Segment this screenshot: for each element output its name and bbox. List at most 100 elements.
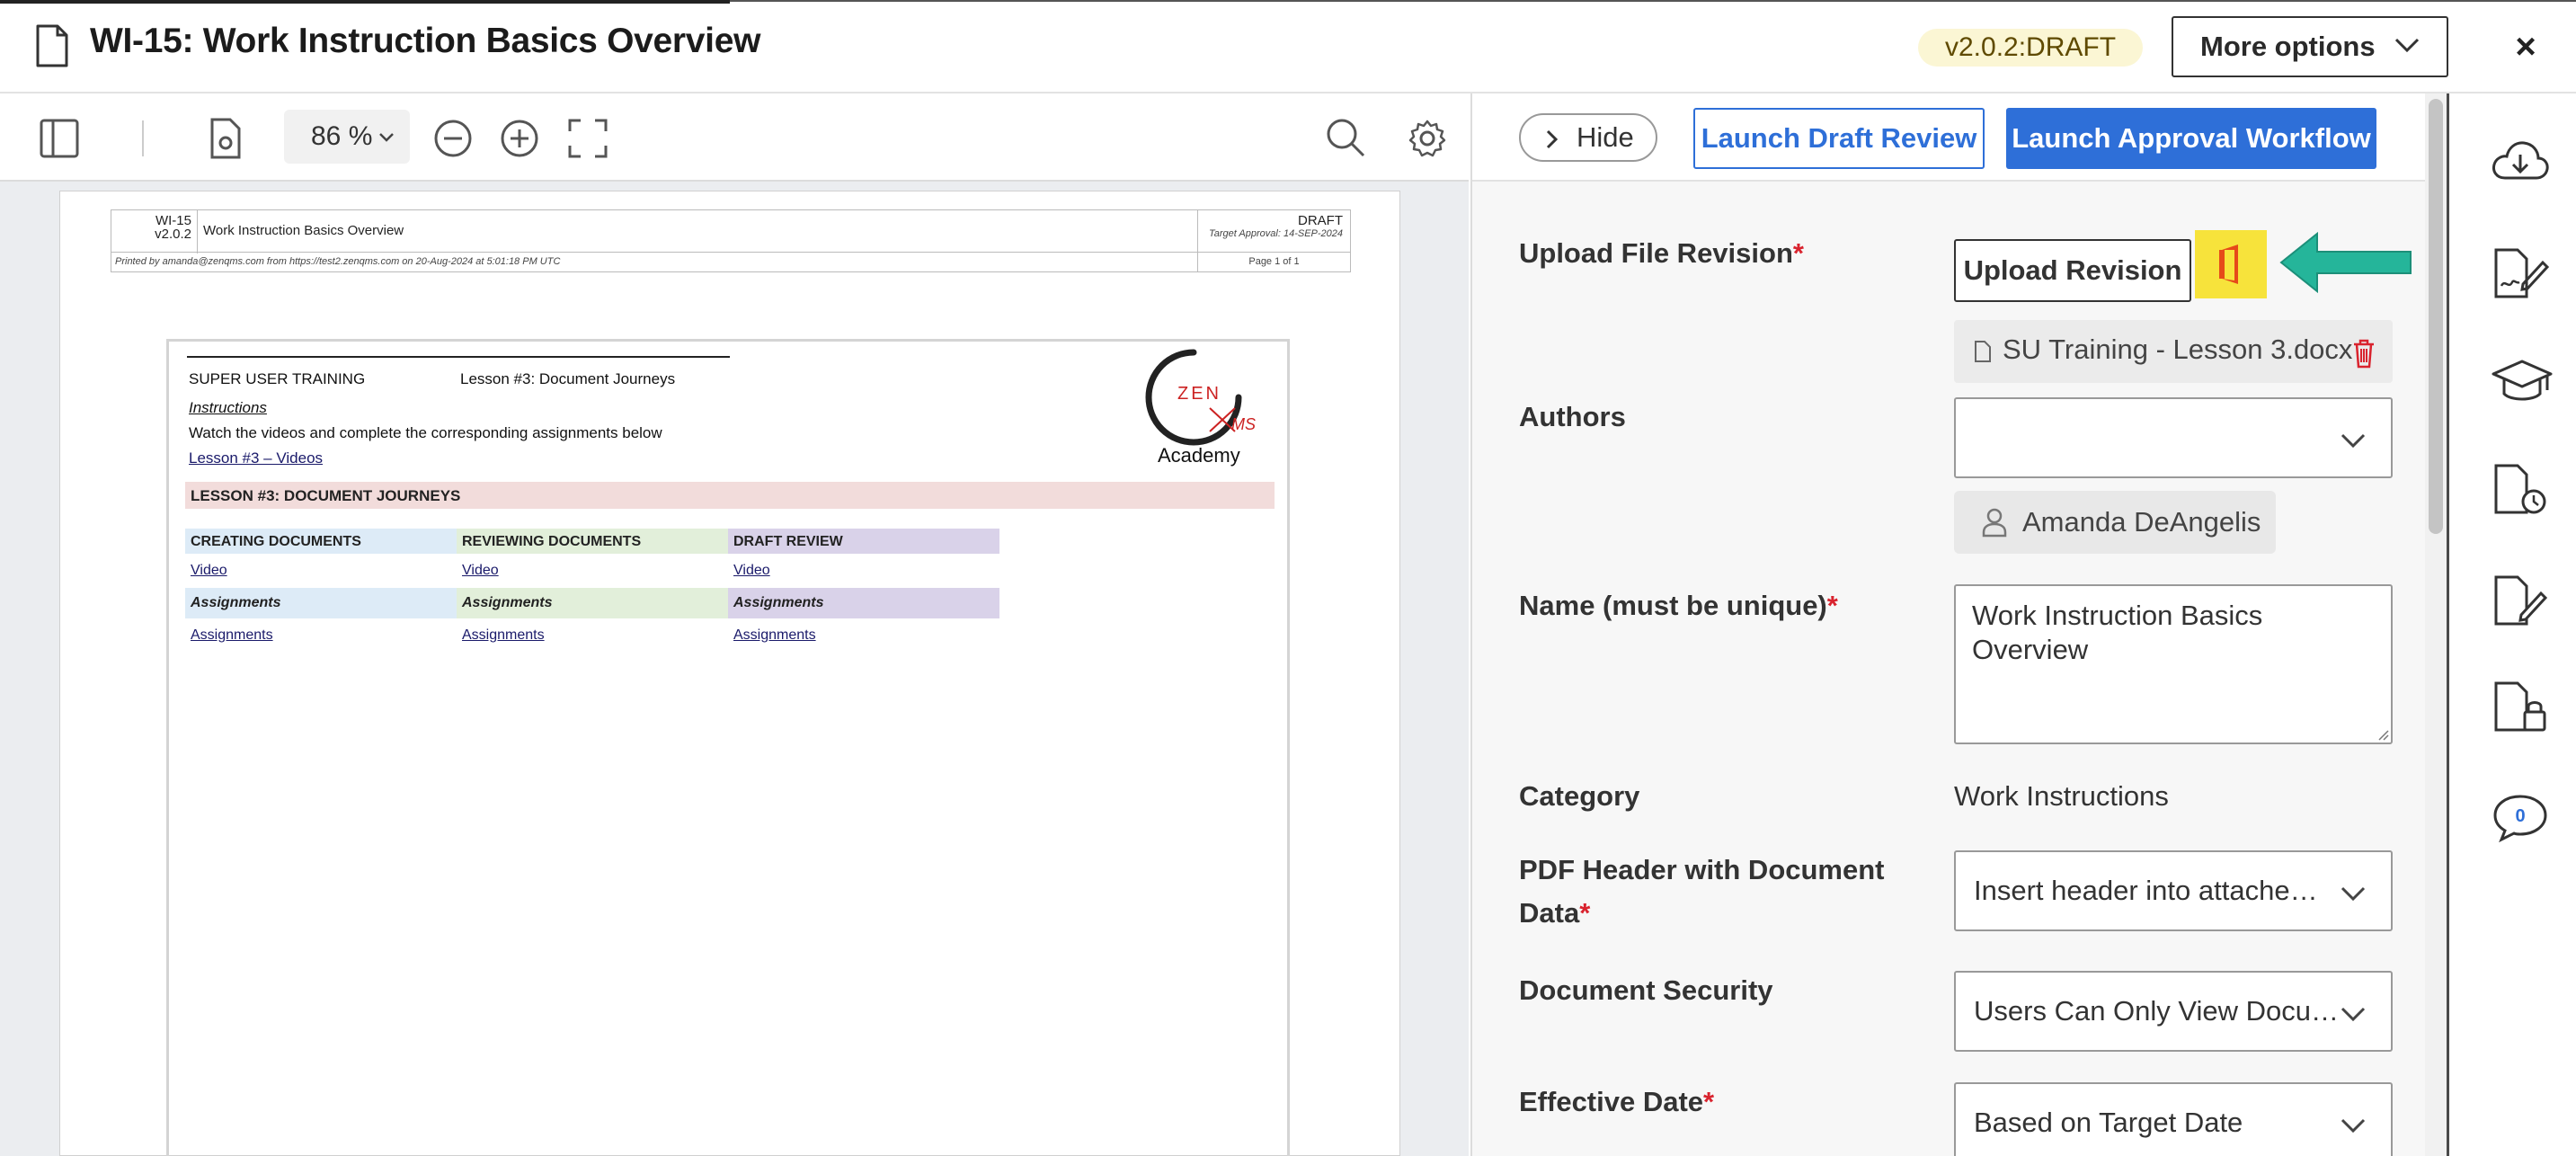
- document-settings-icon[interactable]: [209, 117, 244, 160]
- effective-date-select[interactable]: Based on Target Date: [1954, 1082, 2393, 1156]
- attached-file[interactable]: SU Training - Lesson 3.docx: [1954, 320, 2393, 383]
- logo-academy: Academy: [1158, 444, 1240, 467]
- zen-academy-logo: ZEN MS Academy: [1145, 349, 1256, 467]
- document-lock-icon[interactable]: [2491, 680, 2550, 735]
- effective-date-value: Based on Target Date: [1974, 1107, 2243, 1138]
- security-label: Document Security: [1519, 974, 1773, 1006]
- office-icon: [2219, 245, 2238, 284]
- required-mark: *: [1579, 897, 1591, 929]
- pdf-header-select[interactable]: Insert header into attache…: [1954, 850, 2393, 931]
- close-button[interactable]: ×: [2506, 27, 2545, 67]
- required-mark: *: [1792, 237, 1804, 269]
- resize-handle-icon[interactable]: [2376, 728, 2389, 741]
- required-mark: *: [1826, 590, 1838, 621]
- assignments-link[interactable]: Assignments: [733, 627, 816, 644]
- file-name: SU Training - Lesson 3.docx: [2003, 333, 2353, 365]
- doc-instructions: Instructions: [189, 399, 267, 416]
- graduation-cap-icon[interactable]: [2491, 358, 2554, 406]
- document-icon: [36, 24, 68, 67]
- video-link[interactable]: Video: [733, 563, 770, 579]
- security-select[interactable]: Users Can Only View Docu…: [1954, 971, 2393, 1052]
- file-icon: [1975, 341, 1991, 362]
- doc-super-user: SUPER USER TRAINING: [189, 370, 366, 387]
- gear-icon[interactable]: [1408, 119, 1447, 158]
- sidebar-toggle-icon[interactable]: [40, 119, 79, 158]
- name-label: Name (must be unique)*: [1519, 584, 1838, 627]
- search-icon[interactable]: [1325, 117, 1366, 158]
- pdf-header-label: Data*: [1519, 892, 1590, 935]
- more-options-button[interactable]: More options: [2172, 16, 2448, 77]
- category-label: Category: [1519, 780, 1640, 812]
- pdf-print-info: Printed by amanda@zenqms.com from https:…: [111, 253, 1351, 272]
- doc-videos-link[interactable]: Lesson #3 – Videos: [189, 449, 323, 467]
- version-badge: v2.0.2:DRAFT: [1918, 29, 2144, 67]
- assignments-header: Assignments: [185, 588, 457, 618]
- chevron-down-icon: [2341, 1118, 2366, 1134]
- pdf-doc-id: WI-15: [155, 213, 191, 228]
- embedded-document: SUPER USER TRAINING Lesson #3: Document …: [166, 339, 1290, 1156]
- upload-revision-button[interactable]: Upload Revision: [1954, 239, 2191, 302]
- panel-toolbar: Hide Launch Draft Review Launch Approval…: [1472, 93, 2447, 182]
- doc-lesson-title: Lesson #3: Document Journeys: [460, 370, 676, 387]
- pdf-document-header: WI-15 v2.0.2 Work Instruction Basics Ove…: [111, 209, 1351, 253]
- launch-approval-workflow-button[interactable]: Launch Approval Workflow: [2006, 108, 2376, 169]
- pdf-target-date: Target Approval: 14-SEP-2024: [1209, 228, 1343, 239]
- doc-watch-text: Watch the videos and complete the corres…: [189, 424, 662, 441]
- column-header: REVIEWING DOCUMENTS: [457, 529, 728, 554]
- zoom-in-icon[interactable]: [500, 119, 539, 158]
- column-header: CREATING DOCUMENTS: [185, 529, 457, 554]
- document-edit-icon[interactable]: [2491, 574, 2550, 627]
- authors-select[interactable]: [1954, 397, 2393, 478]
- author-chip[interactable]: Amanda DeAngelis: [1954, 491, 2276, 554]
- assignments-link[interactable]: Assignments: [191, 627, 273, 644]
- column-header: DRAFT REVIEW: [728, 529, 999, 554]
- progress-track: [730, 0, 2576, 2]
- zoom-value: 86 %: [311, 121, 373, 151]
- pdf-viewer: 86 % WI-15 v2.0.2 Work Instruction Basic…: [0, 93, 1469, 1156]
- pdf-status-cell: DRAFT Target Approval: 14-SEP-2024: [1197, 210, 1350, 253]
- toolbar-divider: [142, 120, 144, 156]
- pdf-header-label-line1: PDF Header with Document: [1519, 854, 1885, 885]
- pdf-doc-id-cell: WI-15 v2.0.2: [111, 210, 198, 253]
- cloud-download-icon[interactable]: [2491, 137, 2550, 187]
- name-value: Work Instruction Basics Overview: [1972, 600, 2263, 665]
- divider: [187, 356, 730, 358]
- effective-date-label-text: Effective Date: [1519, 1086, 1704, 1117]
- comments-icon[interactable]: 0: [2491, 791, 2550, 843]
- hide-button[interactable]: Hide: [1519, 113, 1657, 162]
- chevron-down-icon: [2394, 38, 2420, 53]
- video-link[interactable]: Video: [191, 563, 227, 579]
- page-title: WI-15: Work Instruction Basics Overview: [90, 22, 761, 60]
- pdf-header-label-line2: Data: [1519, 897, 1580, 929]
- launch-draft-review-button[interactable]: Launch Draft Review: [1693, 108, 1985, 169]
- lesson-bar: LESSON #3: DOCUMENT JOURNEYS: [185, 482, 1275, 509]
- document-sign-icon[interactable]: [2491, 246, 2550, 300]
- chevron-down-icon: [2341, 1007, 2366, 1022]
- scrollbar-thumb[interactable]: [2429, 99, 2443, 534]
- pdf-page: WI-15 v2.0.2 Work Instruction Basics Ove…: [59, 191, 1400, 1156]
- author-name: Amanda DeAngelis: [2022, 506, 2261, 538]
- document-history-icon[interactable]: [2491, 462, 2550, 516]
- office-edit-button[interactable]: [2195, 230, 2267, 298]
- video-link[interactable]: Video: [462, 563, 499, 579]
- arrow-left-icon: [2279, 231, 2412, 294]
- category-value: Work Instructions: [1954, 780, 2169, 812]
- trash-icon[interactable]: [2351, 338, 2376, 369]
- zoom-out-icon[interactable]: [433, 119, 473, 158]
- hide-label: Hide: [1577, 121, 1634, 153]
- action-rail: 0: [2447, 93, 2576, 1156]
- user-icon: [1982, 508, 2007, 538]
- pdf-doc-version: v2.0.2: [155, 227, 191, 242]
- zoom-select[interactable]: 86 %: [284, 110, 410, 164]
- logo-zen: ZEN: [1177, 384, 1221, 404]
- viewer-toolbar: 86 %: [0, 93, 1469, 182]
- name-label-text: Name (must be unique): [1519, 590, 1827, 621]
- name-textarea[interactable]: Work Instruction Basics Overview: [1954, 584, 2393, 744]
- assignments-link[interactable]: Assignments: [462, 627, 545, 644]
- comments-count: 0: [2515, 806, 2525, 826]
- fullscreen-icon[interactable]: [568, 119, 608, 158]
- assignments-header: Assignments: [457, 588, 728, 618]
- chevron-right-icon: [1546, 129, 1559, 149]
- assignments-header: Assignments: [728, 588, 999, 618]
- authors-label: Authors: [1519, 401, 1626, 432]
